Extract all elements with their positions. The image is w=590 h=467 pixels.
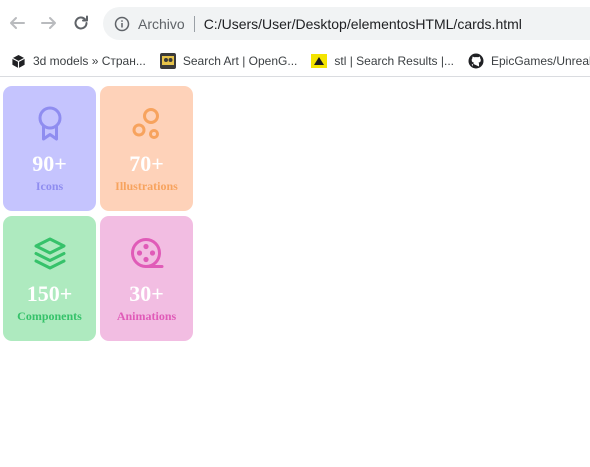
card-count: 30+ xyxy=(129,281,164,306)
stl-icon xyxy=(311,53,328,69)
bookmark-3d-models[interactable]: 3d models » Стран... xyxy=(10,53,146,69)
reload-button[interactable] xyxy=(69,11,93,35)
bookmark-label: 3d models » Стран... xyxy=(33,54,146,68)
bookmark-stl[interactable]: stl | Search Results |... xyxy=(311,53,454,69)
award-ribbon-icon xyxy=(30,104,70,144)
arrow-left-icon xyxy=(10,17,25,29)
card-label: Components xyxy=(17,309,82,323)
card-components[interactable]: 150+ Components xyxy=(3,216,96,341)
github-icon xyxy=(468,53,484,69)
browser-toolbar: Archivo C:/Users/User/Desktop/elementosH… xyxy=(0,0,590,46)
card-illustrations[interactable]: 70+ Illustrations xyxy=(100,86,193,211)
card-count: 150+ xyxy=(26,281,73,306)
bookmark-opengameart[interactable]: Search Art | OpenG... xyxy=(159,53,298,69)
bookmarks-bar: 3d models » Стран... Search Art | OpenG.… xyxy=(0,46,590,77)
back-button[interactable] xyxy=(5,11,29,35)
bookmark-label: stl | Search Results |... xyxy=(334,54,454,68)
card-count: 90+ xyxy=(32,151,67,176)
card-icons[interactable]: 90+ Icons xyxy=(3,86,96,211)
address-bar[interactable]: Archivo C:/Users/User/Desktop/elementosH… xyxy=(103,7,590,40)
arrow-right-icon xyxy=(41,17,56,29)
url-text[interactable]: C:/Users/User/Desktop/elementosHTML/card… xyxy=(204,16,522,32)
card-label: Animations xyxy=(116,309,177,323)
bookmark-label: Search Art | OpenG... xyxy=(182,54,298,68)
info-icon[interactable] xyxy=(114,16,130,32)
card-label: Illustrations xyxy=(115,179,178,193)
box-icon xyxy=(10,53,26,69)
bookmark-label: EpicGames/UnrealE xyxy=(490,54,590,68)
layers-icon xyxy=(30,234,70,274)
page-scheme-label: Archivo xyxy=(138,15,185,32)
bookmark-epicgames[interactable]: EpicGames/UnrealE xyxy=(468,53,590,69)
film-reel-icon xyxy=(127,234,167,274)
card-label: Icons xyxy=(35,179,64,193)
card-animations[interactable]: 30+ Animations xyxy=(100,216,193,341)
bubbles-icon xyxy=(127,104,167,144)
opengameart-icon xyxy=(159,53,176,69)
reload-icon xyxy=(74,15,88,30)
omnibox-divider xyxy=(193,15,195,32)
card-count: 70+ xyxy=(129,151,164,176)
forward-button[interactable] xyxy=(37,11,61,35)
